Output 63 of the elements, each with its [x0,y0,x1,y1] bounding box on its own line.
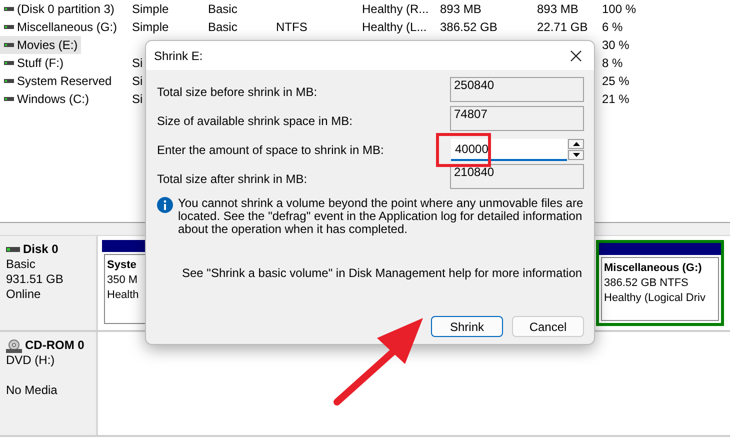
readonly-field: 250840 [450,77,584,102]
partition-name: Miscellaneous (G:) [604,261,703,276]
up-arrow-icon [572,142,580,146]
drive-icon [4,60,14,66]
volume-item[interactable]: (Disk 0 partition 3) [0,0,118,18]
table-cell-text: 100 % [602,1,636,18]
table-cell-text: NTFS [276,19,308,36]
table-cell-text: 8 % [602,55,623,72]
disk-name: CD-ROM 0 [25,338,84,353]
field-label: Enter the amount of space to shrink in MB: [157,142,384,158]
disk-detail: No Media [6,383,58,398]
table-cell-text: 21 % [602,91,630,108]
help-text: See "Shrink a basic volume" in Disk Management help for more information [182,265,584,282]
drive-icon [4,42,14,48]
disk-detail: DVD (H:) [6,353,56,368]
volume-item[interactable]: Miscellaneous (G:) [0,18,120,36]
field-label: Total size before shrink in MB: [157,84,318,100]
info-icon [157,197,173,213]
info-message: You cannot shrink a volume beyond the point where any unmovable files are located. See the "defrag" event in the Application log for detailed information about the operation when it has completed. [178,197,584,236]
table-cell-text: Basic [208,19,238,36]
table-cell-text: Si [132,55,143,72]
partition-size: 386.52 GB NTFS [604,276,690,291]
dialog-button[interactable]: Shrink [431,316,503,337]
spin-down-button[interactable] [568,150,584,160]
table-cell-text: 893 MB [440,1,482,18]
table-cell-text: Healthy (L... [362,19,427,36]
table-cell-text: 6 % [602,19,623,36]
table-cell-text: Simple [132,19,169,36]
dialog-title: Shrink E: [154,48,203,64]
table-cell-text: Si [132,73,143,90]
down-arrow-icon [572,153,580,157]
close-icon [570,50,582,62]
disk-detail: Basic [6,257,36,272]
drive-icon [4,96,14,102]
table-cell-text: Si [132,91,143,108]
disk-detail: 931.51 GB [6,272,64,287]
volume-item[interactable]: Windows (C:) [0,90,92,108]
table-cell-text: Healthy (R... [362,1,429,18]
table-cell-text: 22.71 GB [537,19,588,36]
cd-drive-icon [6,338,22,352]
drive-icon [4,78,14,84]
volume-item[interactable]: Stuff (F:) [0,54,66,72]
dialog-button[interactable]: Cancel [512,316,584,337]
readonly-field: 74807 [450,106,584,131]
volume-item[interactable]: Movies (E:) [0,36,81,54]
table-cell-text: 30 % [602,37,630,54]
disk-detail: Online [6,287,42,302]
field-label: Total size after shrink in MB: [157,170,308,188]
table-cell-text: Simple [132,1,169,18]
drive-icon [4,24,14,30]
partition-status: Health [107,288,140,303]
volume-item[interactable]: System Reserved [0,72,115,90]
table-cell-text: 25 % [602,73,630,90]
partition-status: Healthy (Logical Driv [604,291,706,306]
table-cell-text: Basic [208,1,238,18]
spin-up-button[interactable] [568,139,584,149]
field-label: Size of available shrink space in MB: [157,112,352,130]
number-field[interactable]: 40000 [451,138,567,160]
table-cell-text: 386.52 GB [440,19,498,36]
drive-icon [4,6,14,12]
disk-name: Disk 0 [23,242,58,257]
readonly-field: 210840 [450,164,584,189]
table-cell-text: 893 MB [537,1,578,18]
